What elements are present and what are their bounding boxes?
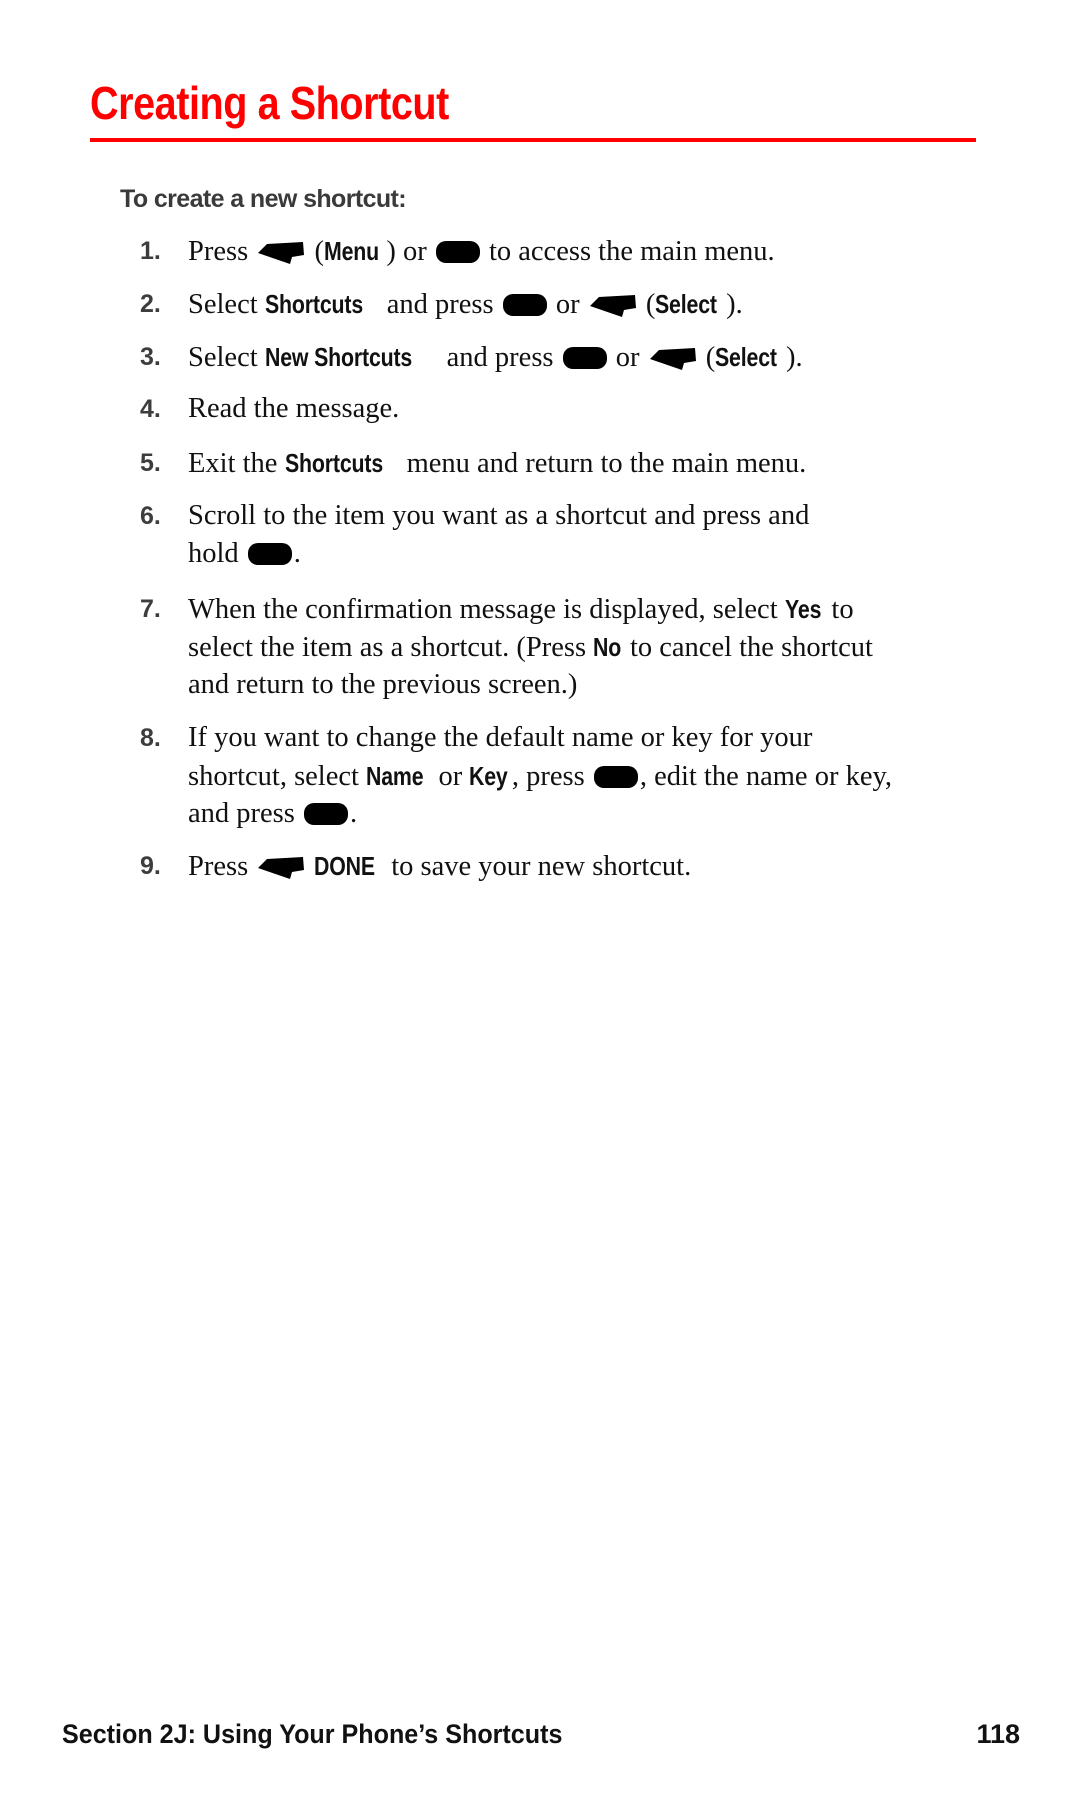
step-text-fragment: or (548, 289, 587, 320)
step-text-fragment: or (431, 761, 470, 792)
step-number: 6. (140, 502, 161, 530)
step-text-fragment: Select (188, 289, 265, 320)
menu-ok-key-icon (562, 347, 607, 369)
step-text-fragment: When the confirmation message is display… (188, 594, 785, 625)
step-number: 3. (140, 343, 161, 371)
step-text: Press (Menu) or to access the main menu. (188, 232, 988, 270)
step-text-fragment: to (824, 594, 854, 625)
keyword-done: DONE (314, 851, 376, 881)
keyword-menu: Menu (323, 236, 379, 266)
manual-page: Creating a Shortcut To create a new shor… (0, 0, 1080, 1800)
step-text-fragment: . (349, 798, 358, 829)
step-number: 7. (140, 595, 161, 623)
left-softkey-icon (589, 294, 637, 318)
step-text: Read the message. (188, 390, 988, 428)
step-text-fragment: menu and return to the main menu. (399, 448, 807, 479)
menu-ok-key-icon (593, 766, 638, 788)
step-text-fragment: to cancel the shortcut (622, 632, 873, 663)
step-text-fragment: ( (314, 236, 324, 267)
step-text-fragment: and return to the previous screen.) (188, 669, 578, 700)
step-text: Exit the Shortcuts menu and return to th… (188, 444, 988, 482)
step-text: Scroll to the item you want as a shortcu… (188, 497, 988, 573)
step-text-fragment: Press (188, 851, 256, 882)
menu-ok-key-icon (502, 294, 547, 316)
step-text-fragment: Read the message. (188, 393, 400, 424)
page-title: Creating a Shortcut (90, 77, 449, 129)
step-number: 1. (140, 237, 161, 265)
step-text-fragment: Select (188, 342, 265, 373)
step-number: 2. (140, 290, 161, 318)
step-number: 4. (140, 395, 161, 423)
keyword-select: Select (655, 289, 718, 319)
title-underline-rule (90, 138, 976, 142)
step-text-fragment: and press (188, 798, 302, 829)
step-text: If you want to change the default name o… (188, 719, 988, 833)
step-text-fragment: . (293, 538, 301, 569)
step-text-fragment: Scroll to the item you want as a shortcu… (188, 500, 810, 531)
step-text: Select Shortcuts and press or (Select). (188, 285, 988, 323)
footer-page-number: 118 (976, 1719, 1020, 1749)
keyword-select: Select (715, 342, 778, 372)
step-number: 5. (140, 449, 161, 477)
step-text-fragment: to access the main menu. (481, 236, 775, 267)
step-text: When the confirmation message is display… (188, 590, 988, 704)
step-text-fragment: to save your new shortcut. (384, 851, 692, 882)
left-softkey-icon (257, 856, 305, 880)
keyword-new-shortcuts: New Shortcuts (264, 342, 412, 372)
step-number: 9. (140, 852, 161, 880)
footer-section-title: Section 2J: Using Your Phone’s Shortcuts (62, 1719, 563, 1749)
step-text-fragment: and press (379, 289, 501, 320)
keyword-name: Name (366, 761, 424, 791)
step-text-fragment: , press (511, 761, 592, 792)
step-text-fragment: , edit the name or key, (639, 761, 892, 792)
keyword-key: Key (469, 761, 509, 791)
step-text-fragment: shortcut, select (188, 761, 367, 792)
step-text-fragment: ). (786, 342, 803, 373)
step-number: 8. (140, 724, 161, 752)
menu-ok-key-icon (247, 543, 292, 565)
step-text-fragment: or (608, 342, 647, 373)
step-text-fragment: ) or (386, 236, 434, 267)
step-text-fragment: ). (726, 289, 743, 320)
left-softkey-icon (257, 241, 305, 265)
step-text-fragment: ( (638, 289, 656, 320)
step-text-fragment: hold (188, 538, 246, 569)
keyword-shortcuts: Shortcuts (264, 289, 363, 319)
keyword-yes: Yes (784, 594, 822, 624)
step-text: Press DONE to save your new shortcut. (188, 847, 988, 885)
keyword-shortcuts: Shortcuts (284, 448, 383, 478)
step-text-fragment: If you want to change the default name o… (188, 722, 813, 753)
step-text-fragment: select the item as a shortcut. (Press (188, 632, 594, 663)
step-text-fragment: Exit the (188, 448, 285, 479)
menu-ok-key-icon (303, 803, 348, 825)
left-softkey-icon (649, 347, 697, 371)
menu-ok-key-icon (435, 241, 480, 263)
step-text-fragment: and press (439, 342, 561, 373)
keyword-no: No (593, 632, 622, 662)
procedure-subheading: To create a new shortcut: (120, 185, 407, 213)
step-text-fragment: Press (188, 236, 256, 267)
step-text: Select New Shortcuts and press or (Selec… (188, 338, 988, 376)
step-text-fragment: ( (698, 342, 716, 373)
